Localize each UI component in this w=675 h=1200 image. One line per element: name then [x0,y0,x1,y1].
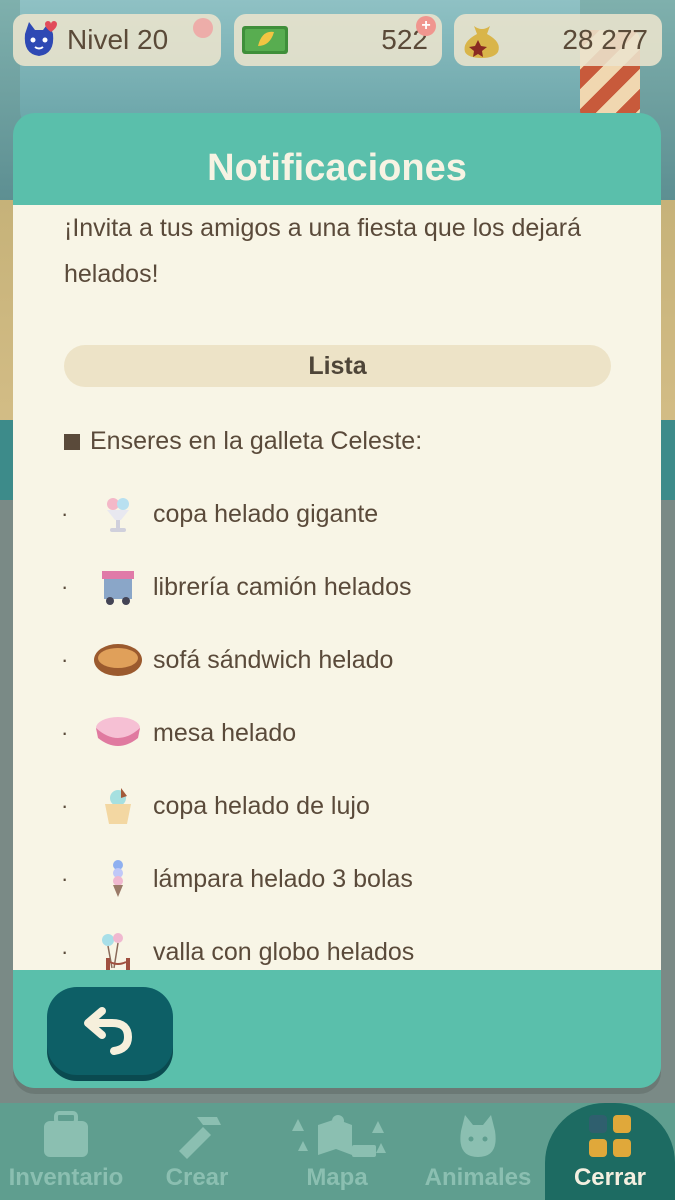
list-item: · valla con globo helados [61,927,621,970]
list-item: · copa helado de lujo [61,781,621,831]
bells-counter[interactable]: 28 277 [454,14,662,66]
dialog-footer [13,970,661,1088]
nav-map[interactable]: Mapa [262,1103,412,1200]
balloon-fence-icon [91,930,145,970]
item-label: mesa helado [153,718,297,747]
notification-content[interactable]: ¡Invita a tus amigos a una fiesta que lo… [13,205,661,970]
close-grid-icon [585,1111,635,1166]
square-bullet-icon [64,433,80,450]
item-label: lámpara helado 3 bolas [153,864,413,893]
bells-value: 28 277 [562,24,648,55]
list-item: · lámpara helado 3 bolas [61,854,621,904]
back-arrow-icon [84,1007,133,1055]
bell-bag-icon [460,20,500,60]
dialog-title: Notificaciones [207,147,467,189]
list-header: Lista [64,345,611,387]
cat-face-icon [19,20,59,60]
nav-close[interactable]: Cerrar [545,1103,675,1200]
list-item: · mesa helado [61,708,621,758]
notifications-dialog: Notificaciones ¡Invita a tus amigos a un… [13,113,661,1088]
level-candy-icon [193,18,213,38]
list-item: · copa helado gigante [61,489,621,539]
item-label: librería camión helados [153,572,412,601]
ice-cream-table-icon [91,711,145,755]
triple-scoop-lamp-icon [91,857,145,901]
section-label: Enseres en la galleta Celeste: [64,427,422,456]
sandwich-sofa-icon [91,638,145,682]
list-item: · librería camión helados [61,562,621,612]
list-item: · sofá sándwich helado [61,635,621,685]
bottom-navigation: Inventario Crear Mapa Animales Cerrar [0,1103,675,1200]
add-tickets-icon[interactable]: + [416,16,436,36]
animal-cat-icon [453,1111,503,1166]
nav-animals[interactable]: Animales [412,1103,544,1200]
item-label: sofá sándwich helado [153,645,394,674]
item-label: copa helado de lujo [153,791,370,820]
nav-inventory[interactable]: Inventario [0,1103,132,1200]
item-label: copa helado gigante [153,499,379,528]
nav-craft[interactable]: Crear [132,1103,262,1200]
ice-cream-cup-icon [91,492,145,536]
leaf-ticket-icon [240,20,288,60]
section-label-text: Enseres en la galleta Celeste: [90,427,423,455]
level-badge[interactable]: Nivel 20 [13,14,221,66]
deluxe-cup-icon [91,784,145,828]
notification-intro-text: ¡Invita a tus amigos a una fiesta que lo… [64,214,581,288]
ice-cream-truck-icon [91,565,145,609]
leaf-tickets-counter[interactable]: 522 + [234,14,442,66]
inventory-bag-icon [36,1111,96,1166]
back-button[interactable] [47,987,173,1075]
map-icon [282,1111,392,1170]
craft-hammer-icon [167,1111,227,1166]
item-label: valla con globo helados [153,937,415,966]
